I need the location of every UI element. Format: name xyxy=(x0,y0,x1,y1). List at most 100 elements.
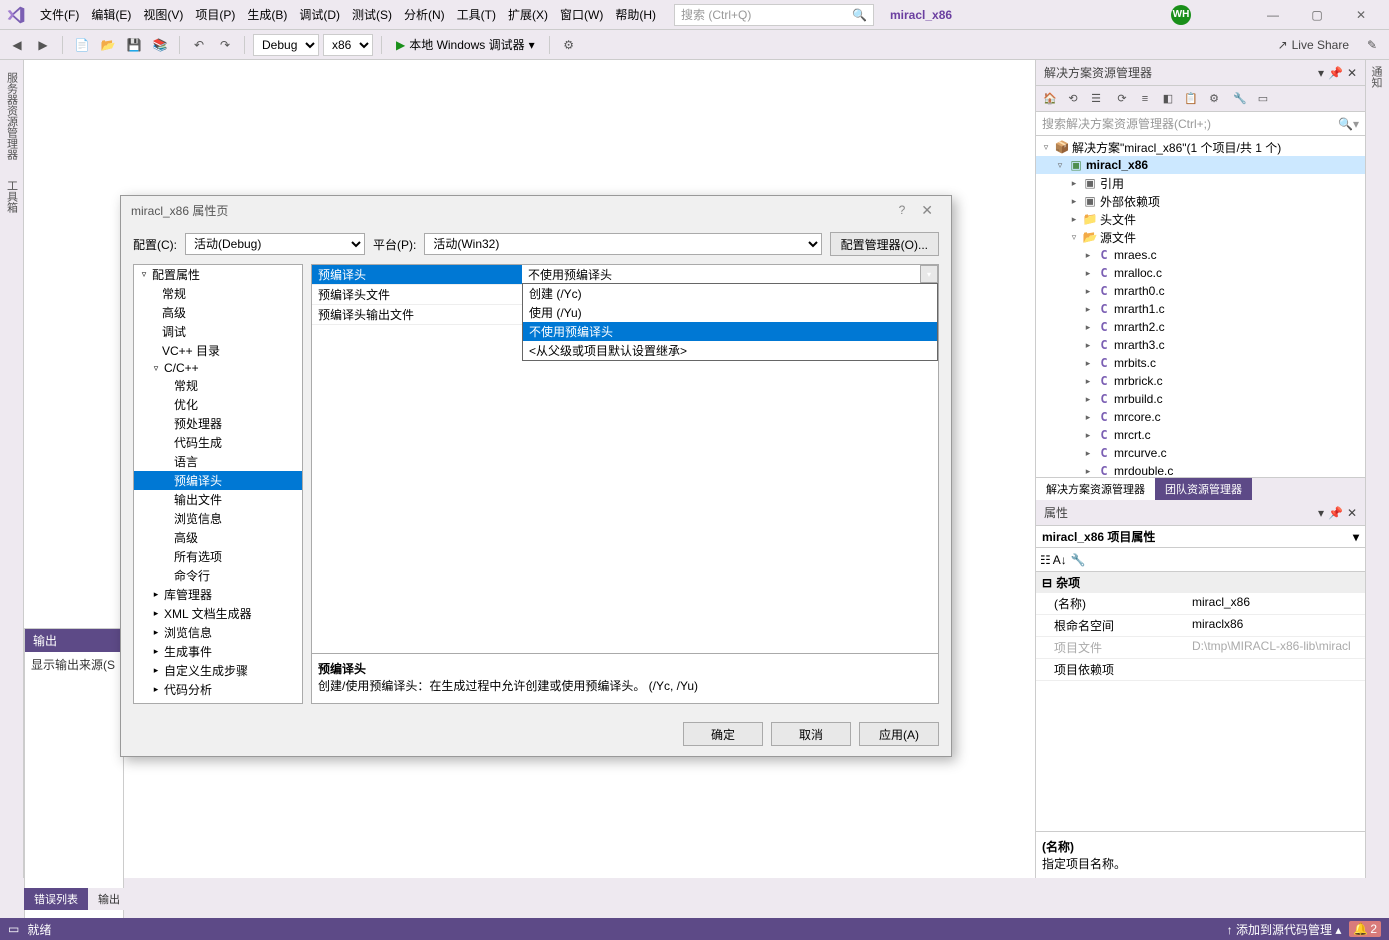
config-manager-button[interactable]: 配置管理器(O)... xyxy=(830,232,939,256)
external-deps-node[interactable]: ▸▣外部依赖项 xyxy=(1036,192,1365,210)
prop-row-deps[interactable]: 项目依赖项 xyxy=(1036,659,1365,681)
headers-folder[interactable]: ▸📁头文件 xyxy=(1036,210,1365,228)
menu-extensions[interactable]: 扩展(X) xyxy=(502,2,554,27)
source-file-item[interactable]: ▸Cmrarth1.c xyxy=(1036,300,1365,318)
solution-explorer-tab[interactable]: 解决方案资源管理器 xyxy=(1036,478,1155,500)
output-tab[interactable]: 输出 xyxy=(88,888,130,910)
tree-buildevents[interactable]: ▸生成事件 xyxy=(134,642,302,661)
team-explorer-tab[interactable]: 团队资源管理器 xyxy=(1155,478,1252,500)
cancel-button[interactable]: 取消 xyxy=(771,722,851,746)
preview-icon[interactable]: ▭ xyxy=(1253,89,1273,109)
tree-debug[interactable]: 调试 xyxy=(134,322,302,341)
properties-icon[interactable]: ⚙ xyxy=(1204,89,1224,109)
tree-ccpp-child[interactable]: 高级 xyxy=(134,528,302,547)
feedback-icon[interactable]: ✎ xyxy=(1361,34,1383,56)
source-file-item[interactable]: ▸Cmrbits.c xyxy=(1036,354,1365,372)
menu-edit[interactable]: 编辑(E) xyxy=(85,2,137,27)
save-all-icon[interactable]: 📚 xyxy=(149,34,171,56)
references-node[interactable]: ▸▣引用 xyxy=(1036,174,1365,192)
start-debug-button[interactable]: ▶ 本地 Windows 调试器 ▾ xyxy=(390,34,541,56)
source-control-button[interactable]: ↑ 添加到源代码管理 ▴ xyxy=(1227,921,1342,938)
tree-ccpp-child[interactable]: 所有选项 xyxy=(134,547,302,566)
tree-browse[interactable]: ▸浏览信息 xyxy=(134,623,302,642)
menu-tools[interactable]: 工具(T) xyxy=(451,2,502,27)
tree-linker[interactable]: ▸库管理器 xyxy=(134,585,302,604)
nav-forward-icon[interactable]: ▶ xyxy=(32,34,54,56)
tree-ccpp-child[interactable]: 优化 xyxy=(134,395,302,414)
dropdown-icon[interactable]: ▾ xyxy=(1318,506,1324,520)
liveshare-button[interactable]: ↗ Live Share xyxy=(1270,38,1357,52)
home-icon[interactable]: 🏠 xyxy=(1040,89,1060,109)
close-button[interactable]: ✕ xyxy=(1339,1,1383,29)
source-file-item[interactable]: ▸Cmrarth3.c xyxy=(1036,336,1365,354)
prop-row-rootns[interactable]: 根命名空间 miraclx86 xyxy=(1036,615,1365,637)
menu-test[interactable]: 测试(S) xyxy=(346,2,398,27)
menu-build[interactable]: 生成(B) xyxy=(241,2,293,27)
menu-file[interactable]: 文件(F) xyxy=(34,2,85,27)
ok-button[interactable]: 确定 xyxy=(683,722,763,746)
collapse-icon[interactable]: ≡ xyxy=(1135,89,1155,109)
sort-icon[interactable]: A↓ xyxy=(1053,553,1067,567)
dropdown-option-use[interactable]: 使用 (/Yu) xyxy=(523,303,937,322)
source-file-item[interactable]: ▸Cmrdouble.c xyxy=(1036,462,1365,477)
tree-general[interactable]: 常规 xyxy=(134,284,302,303)
sync-icon[interactable]: ⟲ xyxy=(1063,89,1083,109)
source-file-item[interactable]: ▸Cmrcore.c xyxy=(1036,408,1365,426)
dropdown-arrow-icon[interactable]: ▾ xyxy=(920,265,938,283)
tree-ccpp-child[interactable]: 输出文件 xyxy=(134,490,302,509)
menu-project[interactable]: 项目(P) xyxy=(189,2,241,27)
source-file-item[interactable]: ▸Cmrbuild.c xyxy=(1036,390,1365,408)
config-select[interactable]: 活动(Debug) xyxy=(185,233,365,255)
error-list-tab[interactable]: 错误列表 xyxy=(24,888,88,910)
tree-ccpp[interactable]: ▿C/C++ xyxy=(134,360,302,376)
close-icon[interactable]: ✕ xyxy=(913,202,941,219)
platform-select[interactable]: 活动(Win32) xyxy=(424,233,821,255)
filter-icon[interactable]: ☰ xyxy=(1086,89,1106,109)
solution-search-input[interactable]: 搜索解决方案资源管理器(Ctrl+;) 🔍▾ xyxy=(1036,112,1365,136)
platform-select[interactable]: x86 xyxy=(323,34,373,56)
tree-vcdir[interactable]: VC++ 目录 xyxy=(134,341,302,360)
dropdown-option-inherit[interactable]: <从父级或项目默认设置继承> xyxy=(523,341,937,360)
source-file-item[interactable]: ▸Cmraes.c xyxy=(1036,246,1365,264)
notifications-tab[interactable]: 通知 xyxy=(1366,60,1386,94)
tree-ccpp-child[interactable]: 浏览信息 xyxy=(134,509,302,528)
tree-ccpp-child[interactable]: 预处理器 xyxy=(134,414,302,433)
tree-codeanalysis[interactable]: ▸代码分析 xyxy=(134,680,302,699)
project-node[interactable]: ▿▣miracl_x86 xyxy=(1036,156,1365,174)
refresh-icon[interactable]: ⟳ xyxy=(1112,89,1132,109)
source-file-item[interactable]: ▸Cmrcurve.c xyxy=(1036,444,1365,462)
menu-window[interactable]: 窗口(W) xyxy=(554,2,609,27)
close-icon[interactable]: ✕ xyxy=(1347,506,1357,520)
tree-xmldoc[interactable]: ▸XML 文档生成器 xyxy=(134,604,302,623)
tree-ccpp-child[interactable]: 常规 xyxy=(134,376,302,395)
menu-analyze[interactable]: 分析(N) xyxy=(398,2,451,27)
dropdown-option-notuse[interactable]: 不使用预编译头 xyxy=(523,322,937,341)
apply-button[interactable]: 应用(A) xyxy=(859,722,939,746)
save-icon[interactable]: 💾 xyxy=(123,34,145,56)
user-avatar[interactable]: WH xyxy=(1171,5,1191,25)
prop-row-name[interactable]: (名称) miracl_x86 xyxy=(1036,593,1365,615)
tree-advanced[interactable]: 高级 xyxy=(134,303,302,322)
tree-ccpp-child[interactable]: 命令行 xyxy=(134,566,302,585)
toolbox-tab[interactable]: 工具箱 xyxy=(2,174,22,219)
menu-debug[interactable]: 调试(D) xyxy=(293,2,346,27)
tree-ccpp-child[interactable]: 预编译头 xyxy=(134,471,302,490)
pin-icon[interactable]: 📌 xyxy=(1328,66,1343,80)
solution-node[interactable]: ▿📦解决方案"miracl_x86"(1 个项目/共 1 个) xyxy=(1036,138,1365,156)
minimize-button[interactable]: — xyxy=(1251,1,1295,29)
prop-category-misc[interactable]: ⊟杂项 xyxy=(1036,572,1365,593)
redo-icon[interactable]: ↷ xyxy=(214,34,236,56)
pin-icon[interactable]: 📌 xyxy=(1328,506,1343,520)
copy-icon[interactable]: 📋 xyxy=(1181,89,1201,109)
sources-folder[interactable]: ▿📂源文件 xyxy=(1036,228,1365,246)
showall-icon[interactable]: ◧ xyxy=(1158,89,1178,109)
new-project-icon[interactable]: 📄 xyxy=(71,34,93,56)
prop-precompiled-header[interactable]: 预编译头 不使用预编译头 ▾ xyxy=(312,265,938,285)
open-icon[interactable]: 📂 xyxy=(97,34,119,56)
dropdown-option-create[interactable]: 创建 (/Yc) xyxy=(523,284,937,303)
quick-search-input[interactable]: 搜索 (Ctrl+Q) 🔍 xyxy=(674,4,874,26)
source-file-item[interactable]: ▸Cmrcrt.c xyxy=(1036,426,1365,444)
source-file-item[interactable]: ▸Cmralloc.c xyxy=(1036,264,1365,282)
source-file-item[interactable]: ▸Cmrarth0.c xyxy=(1036,282,1365,300)
dropdown-icon[interactable]: ▾ xyxy=(1318,66,1324,80)
